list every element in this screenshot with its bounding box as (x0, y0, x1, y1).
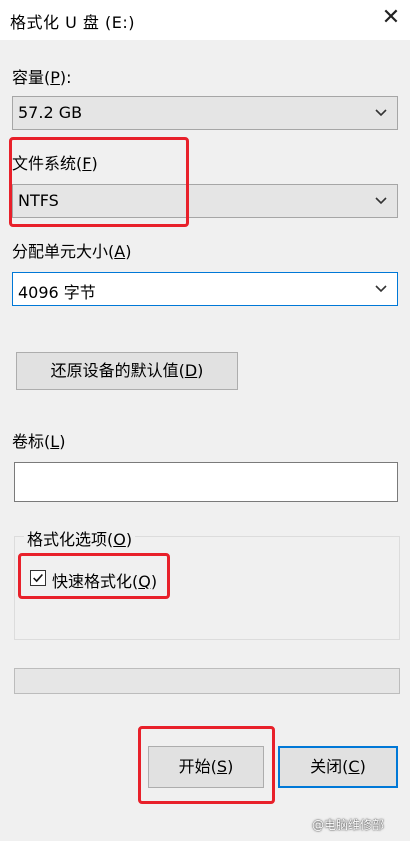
highlight-quick-format (18, 553, 170, 599)
capacity-value: 57.2 GB (18, 103, 83, 122)
allocation-label: 分配单元大小(A) (12, 242, 132, 261)
capacity-label-text: 容量 (12, 68, 45, 87)
volume-label-label: 卷标(L) (12, 432, 66, 451)
chevron-down-icon (375, 285, 387, 293)
highlight-start (138, 726, 275, 804)
window-title: 格式化 U 盘 (E:) (10, 13, 135, 32)
allocation-select[interactable]: 4096 字节 (12, 272, 398, 306)
allocation-label-text: 分配单元大小 (12, 242, 109, 261)
restore-defaults-hotkey: D (184, 361, 198, 380)
chevron-down-icon (375, 197, 387, 205)
volume-label-input[interactable] (14, 462, 398, 502)
allocation-hotkey: A (114, 242, 126, 261)
format-options-hotkey: O (113, 530, 126, 549)
allocation-value: 4096 字节 (18, 283, 96, 302)
highlight-filesystem (9, 137, 189, 227)
title-bar: 格式化 U 盘 (E:) ✕ (0, 0, 410, 40)
close-hotkey: C (348, 757, 360, 776)
restore-defaults-button[interactable]: 还原设备的默认值(D) (16, 352, 238, 390)
volume-label-text: 卷标 (12, 432, 45, 451)
close-button-label: 关闭 (310, 757, 343, 776)
volume-label-hotkey: L (50, 432, 60, 451)
capacity-select[interactable]: 57.2 GB (12, 96, 398, 130)
format-progress-bar (14, 668, 400, 694)
format-options-title-text: 格式化选项 (27, 530, 108, 549)
capacity-label: 容量(P): (12, 68, 72, 87)
close-icon[interactable]: ✕ (378, 5, 404, 31)
close-button[interactable]: 关闭(C) (278, 746, 398, 788)
watermark: @电脑维修部 (312, 818, 385, 832)
restore-defaults-label: 还原设备的默认值 (50, 361, 179, 380)
chevron-down-icon (375, 109, 387, 117)
capacity-hotkey: P (50, 68, 60, 87)
format-options-title: 格式化选项(O) (24, 526, 136, 550)
